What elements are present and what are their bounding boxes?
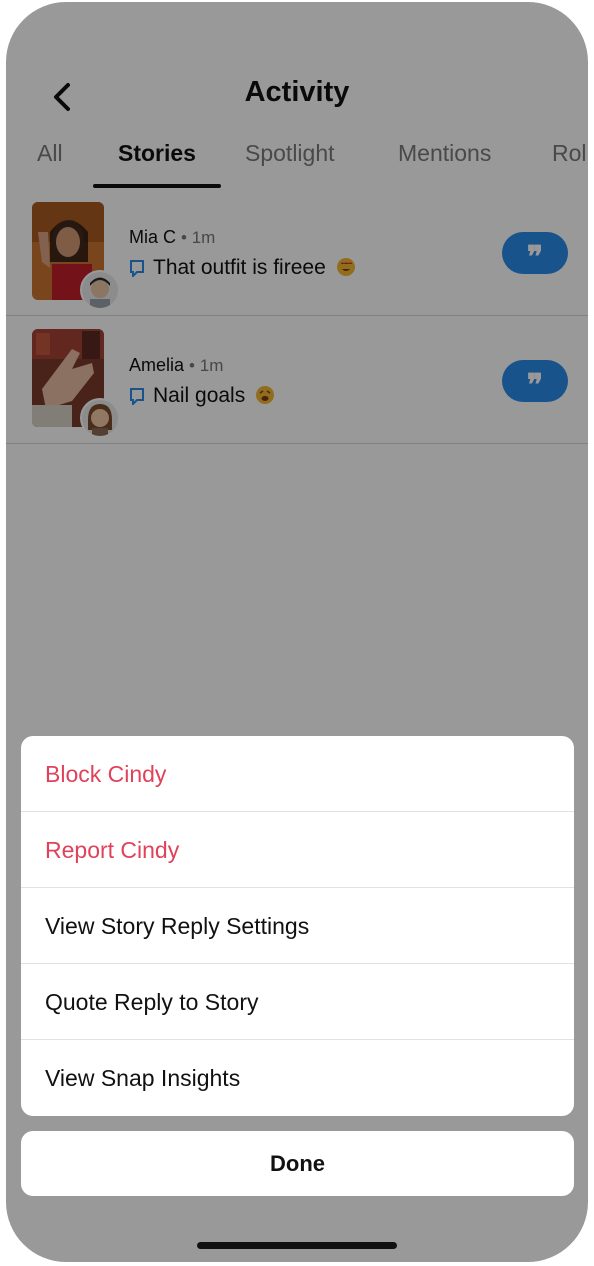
view-snap-insights-option[interactable]: View Snap Insights [21,1040,574,1116]
phone-frame: Activity All Stories Spotlight Mentions … [6,2,588,1262]
action-sheet: Block Cindy Report Cindy View Story Repl… [21,736,574,1116]
view-story-reply-settings-option[interactable]: View Story Reply Settings [21,888,574,964]
home-indicator[interactable] [197,1242,397,1249]
done-button[interactable]: Done [21,1131,574,1196]
report-user-option[interactable]: Report Cindy [21,812,574,888]
quote-reply-to-story-option[interactable]: Quote Reply to Story [21,964,574,1040]
block-user-option[interactable]: Block Cindy [21,736,574,812]
